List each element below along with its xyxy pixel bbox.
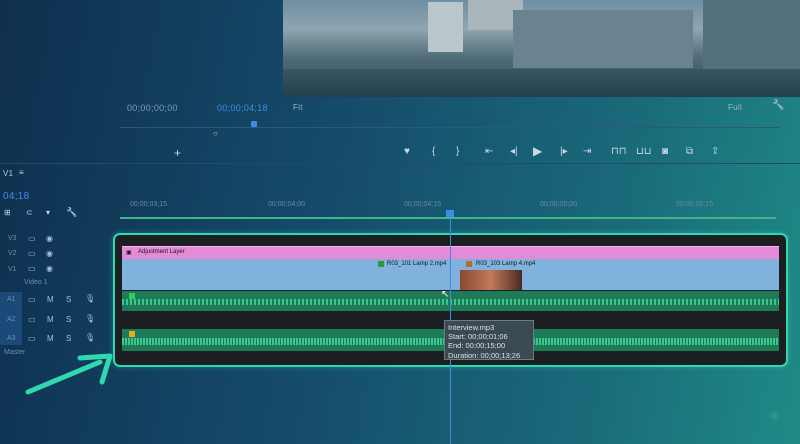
ruler-tick-label: 00;00;03;15 <box>130 201 167 208</box>
monitor-timecode-current[interactable]: 00;00;04;18 <box>217 103 268 113</box>
adjustment-layer-label: Adjustment Layer <box>138 249 185 255</box>
video-track-name: Video 1 <box>24 279 48 286</box>
eye-icon[interactable]: ◉ <box>46 249 53 258</box>
video-clip-lamp2[interactable]: R03_101 Lamp 2.mp4 <box>122 259 461 290</box>
extract-icon[interactable]: ⊔⊔ <box>636 147 652 157</box>
preview-building <box>703 0 800 70</box>
mouse-cursor-icon: ↖ <box>441 289 450 300</box>
share-icon[interactable]: ⇪ <box>711 147 719 157</box>
sync-lock-icon[interactable]: ▭ <box>28 249 36 258</box>
sequence-timecode[interactable]: 04;18 <box>3 191 30 202</box>
sync-lock-icon[interactable]: ▭ <box>28 295 36 304</box>
solo-button[interactable]: S <box>66 334 71 343</box>
tooltip-end: End: 00;00;15;00 <box>448 341 506 351</box>
fx-badge-icon: ▣ <box>126 250 132 256</box>
annotation-arrow-icon <box>25 353 113 395</box>
eye-icon[interactable]: ◉ <box>46 234 53 243</box>
tooltip-duration: Duration: 00;00;13;26 <box>448 350 521 360</box>
lift-icon[interactable]: ⊓⊓ <box>611 147 627 157</box>
video-clip-label: R03_103 Lamp 4.mp4 <box>476 261 536 267</box>
scroll-handle-icon[interactable]: ◎ <box>770 410 779 421</box>
work-area-bar[interactable] <box>120 217 776 219</box>
mute-button[interactable]: M <box>47 295 54 304</box>
track-label-v1[interactable]: V1 <box>8 266 17 273</box>
preview-building <box>428 2 463 52</box>
resolution-dropdown[interactable]: Full <box>728 103 742 112</box>
mark-out-icon[interactable]: } <box>456 147 459 157</box>
ruler-tick-label: 00;00;05;15 <box>676 201 713 208</box>
microphone-icon[interactable]: 🎙 <box>85 314 95 323</box>
marker-add-icon[interactable]: ♥ <box>404 147 410 157</box>
sync-lock-icon[interactable]: ▭ <box>28 334 36 343</box>
clip-color-badge <box>129 331 135 337</box>
video-thumbnail <box>460 270 522 290</box>
solo-button[interactable]: S <box>66 315 71 324</box>
mute-button[interactable]: M <box>47 315 54 324</box>
mute-button[interactable]: M <box>47 334 54 343</box>
menu-icon[interactable]: ≡ <box>19 168 24 178</box>
ruler-tick-label: 00;00;05;00 <box>540 201 577 208</box>
add-button-icon[interactable]: + <box>174 147 181 159</box>
wrench-icon[interactable]: 🔧 <box>772 101 784 111</box>
video-clip-label: R03_101 Lamp 2.mp4 <box>387 261 447 267</box>
track-label-a2[interactable]: A2 <box>7 316 16 323</box>
snap-icon[interactable]: ⊂ <box>26 208 33 218</box>
video-clip-lamp4[interactable]: R03_103 Lamp 4.mp4 <box>460 259 779 290</box>
step-forward-icon[interactable]: |▸ <box>560 147 568 157</box>
go-to-out-icon[interactable]: ⇥ <box>583 147 591 157</box>
track-label-v2[interactable]: V2 <box>8 250 17 257</box>
marker-icon[interactable]: ○ <box>213 129 218 139</box>
camera-icon[interactable]: ◙ <box>662 147 668 157</box>
step-back-icon[interactable]: ◂| <box>510 147 518 157</box>
microphone-icon[interactable]: 🎙 <box>85 294 95 303</box>
sync-lock-icon[interactable]: ▭ <box>28 315 36 324</box>
monitor-timecode-start: 00;00;00;00 <box>127 103 178 113</box>
preview-building <box>513 10 693 68</box>
tooltip-clip-name: Interview.mp3 <box>448 323 495 332</box>
sync-lock-icon[interactable]: ▭ <box>28 234 36 243</box>
mark-in-icon[interactable]: { <box>432 147 435 157</box>
panel-divider <box>0 163 800 164</box>
eye-icon[interactable]: ◉ <box>46 264 53 273</box>
clip-tooltip: Interview.mp3 Start: 00;00;01;06 End: 00… <box>444 320 534 360</box>
go-to-in-icon[interactable]: ⇤ <box>485 147 493 157</box>
solo-button[interactable]: S <box>66 295 71 304</box>
ruler-tick-label: 00;00;04;00 <box>268 201 305 208</box>
microphone-icon[interactable]: 🎙 <box>85 333 95 342</box>
timeline-tab-label[interactable]: V1 <box>3 169 13 178</box>
nest-icon[interactable]: ⊞ <box>4 208 11 218</box>
preview-ground <box>283 69 800 97</box>
track-label-a1[interactable]: A1 <box>7 296 16 303</box>
clip-color-badge <box>378 261 384 267</box>
ruler-tick-label: 00;00;04;15 <box>404 201 441 208</box>
comparison-view-icon[interactable]: ⧉ <box>686 147 693 157</box>
program-monitor-preview <box>283 0 800 97</box>
tooltip-start: Start: 00;00;01;06 <box>448 332 508 342</box>
monitor-time-ruler[interactable] <box>120 127 780 128</box>
wrench-icon[interactable]: 🔧 <box>66 207 77 217</box>
fit-dropdown[interactable]: Fit <box>293 103 303 112</box>
linked-selection-icon[interactable]: ▾ <box>46 208 50 218</box>
clip-color-badge <box>466 261 472 267</box>
sync-lock-icon[interactable]: ▭ <box>28 264 36 273</box>
play-icon[interactable]: ▶ <box>533 145 542 157</box>
track-label-v3[interactable]: V3 <box>8 235 17 242</box>
track-label-a3[interactable]: A3 <box>7 335 16 342</box>
